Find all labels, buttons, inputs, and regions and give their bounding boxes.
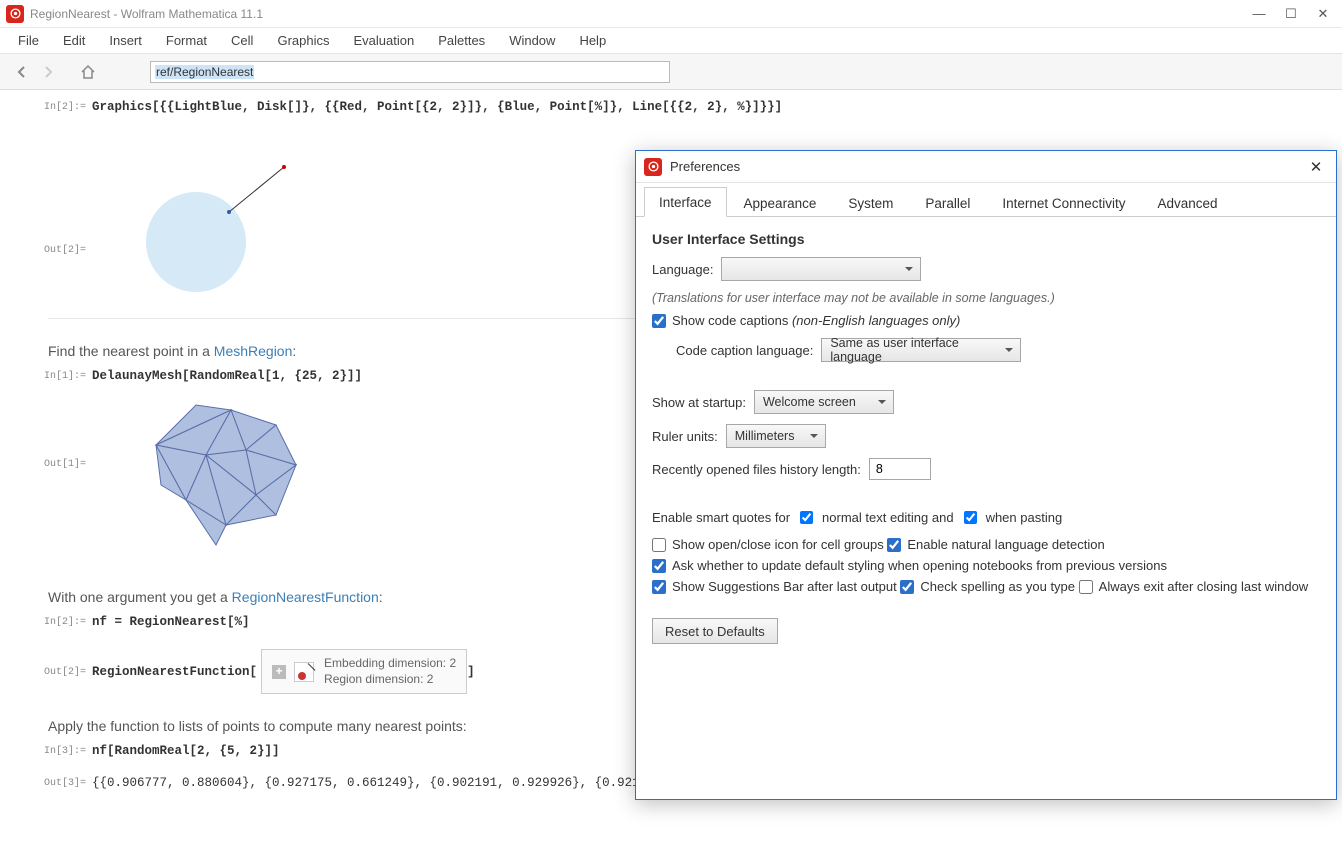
- app-icon: [6, 5, 24, 23]
- red-point: [282, 165, 286, 169]
- meshregion-link[interactable]: MeshRegion: [214, 343, 293, 359]
- expand-icon[interactable]: +: [272, 665, 286, 679]
- output-cell: RegionNearestFunction[ + Embedding dimen…: [92, 649, 475, 694]
- menu-insert[interactable]: Insert: [99, 30, 152, 51]
- in-label: In[2]:=: [42, 100, 86, 113]
- maximize-button[interactable]: ☐: [1284, 7, 1298, 21]
- regionnearestfunction-link[interactable]: RegionNearestFunction: [232, 589, 379, 605]
- history-label: Recently opened files history length:: [652, 462, 861, 477]
- toolbar: ref/RegionNearest: [0, 54, 1342, 90]
- app-icon: [644, 158, 662, 176]
- forward-button[interactable]: [36, 60, 60, 84]
- language-label: Language:: [652, 262, 713, 277]
- menu-help[interactable]: Help: [569, 30, 616, 51]
- input-cell[interactable]: Graphics[{{LightBlue, Disk[]}, {{Red, Po…: [92, 100, 782, 114]
- menu-format[interactable]: Format: [156, 30, 217, 51]
- in-label: In[1]:=: [42, 369, 86, 382]
- out-label: Out[1]=: [42, 389, 86, 470]
- menu-bar: File Edit Insert Format Cell Graphics Ev…: [0, 28, 1342, 54]
- address-field[interactable]: ref/RegionNearest: [150, 61, 670, 83]
- menu-graphics[interactable]: Graphics: [267, 30, 339, 51]
- translations-note: (Translations for user interface may not…: [652, 291, 1320, 305]
- out-label: Out[3]=: [42, 776, 86, 789]
- address-value: ref/RegionNearest: [155, 65, 254, 79]
- menu-edit[interactable]: Edit: [53, 30, 95, 51]
- title-bar: RegionNearest - Wolfram Mathematica 11.1…: [0, 0, 1342, 28]
- rnf-thumbnail-icon: [294, 662, 314, 682]
- dialog-close-button[interactable]: ✕: [1304, 158, 1328, 176]
- open-close-icon-checkbox[interactable]: [652, 538, 666, 552]
- preferences-dialog: Preferences ✕ Interface Appearance Syste…: [635, 150, 1337, 800]
- tab-strip: Interface Appearance System Parallel Int…: [636, 183, 1336, 217]
- menu-file[interactable]: File: [8, 30, 49, 51]
- smart-quotes-label-b: normal text editing and: [822, 510, 954, 525]
- output-graphic-mesh: [136, 395, 316, 565]
- back-button[interactable]: [10, 60, 34, 84]
- history-length-input[interactable]: [869, 458, 931, 480]
- startup-label: Show at startup:: [652, 395, 746, 410]
- rnf-summary-box[interactable]: + Embedding dimension: 2 Region dimensio…: [261, 649, 467, 694]
- minimize-button[interactable]: —: [1252, 7, 1266, 21]
- dialog-body: User Interface Settings Language: (Trans…: [636, 217, 1336, 658]
- section-heading: User Interface Settings: [652, 231, 1320, 247]
- window-title: RegionNearest - Wolfram Mathematica 11.1: [30, 7, 263, 21]
- dialog-titlebar: Preferences ✕: [636, 151, 1336, 183]
- caption-lang-dropdown[interactable]: Same as user interface language: [821, 338, 1021, 362]
- menu-cell[interactable]: Cell: [221, 30, 263, 51]
- tab-system[interactable]: System: [833, 188, 908, 217]
- line-graphic: [136, 120, 336, 300]
- suggestions-bar-checkbox[interactable]: [652, 580, 666, 594]
- caption-lang-label: Code caption language:: [676, 343, 813, 358]
- smart-quotes-editing-checkbox[interactable]: [800, 511, 813, 524]
- tab-interface[interactable]: Interface: [644, 187, 727, 217]
- tab-advanced[interactable]: Advanced: [1142, 188, 1232, 217]
- input-cell[interactable]: nf[RandomReal[2, {5, 2}]]: [92, 744, 280, 758]
- close-button[interactable]: ✕: [1316, 7, 1330, 21]
- tab-parallel[interactable]: Parallel: [910, 188, 985, 217]
- update-styling-checkbox[interactable]: [652, 559, 666, 573]
- ruler-dropdown[interactable]: Millimeters: [726, 424, 826, 448]
- startup-dropdown[interactable]: Welcome screen: [754, 390, 894, 414]
- smart-quotes-label-c: when pasting: [986, 510, 1063, 525]
- in-label: In[2]:=: [42, 615, 86, 628]
- natural-language-checkbox[interactable]: [887, 538, 901, 552]
- input-cell[interactable]: DelaunayMesh[RandomReal[1, {25, 2}]]: [92, 369, 362, 383]
- input-cell[interactable]: nf = RegionNearest[%]: [92, 615, 250, 629]
- in-label: In[3]:=: [42, 744, 86, 757]
- menu-palettes[interactable]: Palettes: [428, 30, 495, 51]
- menu-window[interactable]: Window: [499, 30, 565, 51]
- show-captions-label: Show code captions (non-English language…: [672, 313, 960, 328]
- output-graphic-disk: [136, 120, 336, 300]
- menu-evaluation[interactable]: Evaluation: [343, 30, 424, 51]
- reset-defaults-button[interactable]: Reset to Defaults: [652, 618, 778, 644]
- out-label: Out[2]=: [42, 665, 86, 678]
- tab-appearance[interactable]: Appearance: [729, 188, 832, 217]
- language-dropdown[interactable]: [721, 257, 921, 281]
- out-label: Out[2]=: [42, 165, 86, 256]
- smart-quotes-pasting-checkbox[interactable]: [964, 511, 977, 524]
- home-button[interactable]: [76, 60, 100, 84]
- check-spelling-checkbox[interactable]: [900, 580, 914, 594]
- dialog-title: Preferences: [670, 159, 740, 174]
- always-exit-checkbox[interactable]: [1079, 580, 1093, 594]
- ruler-label: Ruler units:: [652, 429, 718, 444]
- tab-internet[interactable]: Internet Connectivity: [987, 188, 1140, 217]
- smart-quotes-label-a: Enable smart quotes for: [652, 510, 790, 525]
- show-captions-checkbox[interactable]: [652, 314, 666, 328]
